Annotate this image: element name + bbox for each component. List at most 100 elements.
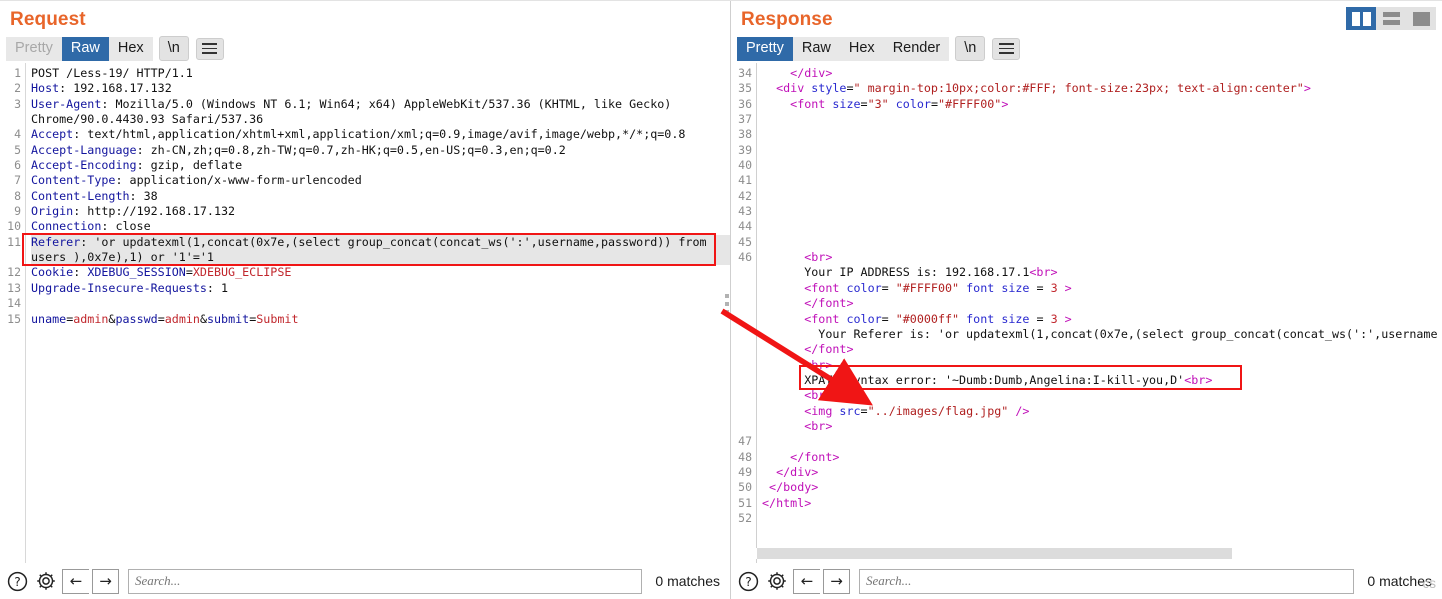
line-number: 39 — [738, 142, 752, 157]
line-number — [731, 327, 756, 342]
line-number — [731, 312, 756, 327]
code-line: Upgrade-Insecure-Requests: 1 — [31, 280, 229, 295]
tab-response-hex[interactable]: Hex — [839, 36, 884, 61]
response-gear-icon[interactable] — [764, 568, 790, 594]
split-vertical-view-button[interactable] — [1346, 7, 1376, 30]
request-raw-text[interactable]: POST /Less-19/ HTTP/1.1 Host: 192.168.17.… — [26, 63, 730, 563]
code-line: Content-Type: application/x-www-form-url… — [31, 173, 362, 188]
code-line: </div> — [790, 66, 833, 80]
line-number — [0, 112, 25, 127]
line-number: 50 — [738, 480, 752, 495]
response-scrollbar-thumb[interactable] — [757, 548, 1232, 559]
response-search-input[interactable] — [859, 568, 1355, 594]
code-line: Chrome/90.0.4430.93 Safari/537.36 — [31, 112, 264, 127]
line-number: 8 — [14, 188, 21, 203]
line-number: 12 — [7, 265, 21, 280]
tab-request-hex[interactable]: Hex — [108, 36, 153, 61]
split-vertical-icon — [1351, 11, 1371, 26]
line-number: 34 — [738, 66, 752, 80]
line-number — [731, 281, 756, 296]
response-search-next-button[interactable]: → — [823, 568, 850, 594]
request-newline-button[interactable]: \n — [158, 36, 189, 61]
code-line: </html> — [762, 495, 812, 510]
tab-response-raw[interactable]: Raw — [792, 36, 840, 61]
single-pane-view-button[interactable] — [1406, 7, 1436, 30]
line-number — [731, 373, 756, 388]
request-hamburger-icon[interactable] — [195, 37, 224, 60]
line-number: 15 — [7, 311, 21, 326]
line-number: 48 — [738, 449, 752, 464]
code-line: Connection: close — [31, 219, 151, 234]
code-line: Accept: text/html,application/xhtml+xml,… — [31, 127, 686, 142]
line-number: 49 — [738, 464, 752, 479]
request-tabstrip: Pretty Raw Hex \n — [0, 34, 730, 63]
request-panel-title: Request — [10, 9, 86, 30]
request-gear-icon[interactable] — [33, 568, 59, 594]
line-number: 42 — [738, 188, 752, 203]
code-line: Accept-Language: zh-CN,zh;q=0.8,zh-TW;q=… — [31, 142, 566, 157]
code-line: </div> — [776, 464, 819, 479]
svg-text:?: ? — [14, 574, 21, 588]
code-line: <font color= "#0000ff" font size = 3 > — [804, 311, 1072, 326]
request-match-count: 0 matches — [655, 573, 720, 589]
single-pane-icon — [1412, 11, 1430, 26]
code-line: </font> — [804, 296, 854, 311]
request-panel: Request Pretty Raw Hex \n 1 2 3 4 5 6 7 8 9 10 11 1… — [0, 0, 730, 599]
line-number — [731, 388, 756, 403]
response-code-area[interactable]: 34 35 36 37 38 39 40 41 42 43 44 45 46 47 48 49 50 51 52 <… — [731, 63, 1442, 563]
line-number: 2 — [14, 81, 21, 96]
line-number — [731, 265, 756, 280]
response-panel-title: Response — [741, 9, 833, 30]
code-line: Cookie: XDEBUG_SESSION=XDEBUG_ECLIPSE — [31, 265, 292, 280]
line-number: 5 — [14, 142, 21, 157]
response-panel: Response Pretty Raw Hex Render \n 34 35 36… — [730, 0, 1442, 599]
line-number: 47 — [738, 434, 752, 449]
panel-splitter-handle[interactable] — [725, 294, 730, 314]
request-code-area[interactable]: 1 2 3 4 5 6 7 8 9 10 11 12 13 14 15 POST /Less-19/ HTT… — [0, 63, 730, 563]
request-search-prev-button[interactable]: ← — [62, 568, 89, 594]
response-ghost-text-artifact: cs — [1422, 576, 1437, 591]
request-search-input[interactable] — [128, 568, 643, 594]
line-number — [731, 358, 756, 373]
tab-response-pretty[interactable]: Pretty — [737, 36, 793, 61]
code-line: User-Agent: Mozilla/5.0 (Windows NT 6.1;… — [31, 96, 672, 111]
response-tabstrip: Pretty Raw Hex Render \n — [731, 34, 1442, 63]
tab-request-raw[interactable]: Raw — [61, 36, 109, 61]
code-line: <div style=" margin-top:10px;color:#FFF;… — [776, 81, 1311, 96]
response-hamburger-icon[interactable] — [992, 37, 1021, 60]
tab-response-render[interactable]: Render — [883, 36, 950, 61]
request-line-numbers: 1 2 3 4 5 6 7 8 9 10 11 12 13 14 15 — [0, 63, 26, 563]
response-line-numbers: 34 35 36 37 38 39 40 41 42 43 44 45 46 47 48 49 50 51 52 — [731, 63, 757, 563]
request-search-next-button[interactable]: → — [92, 568, 119, 594]
response-newline-button[interactable]: \n — [955, 36, 986, 61]
line-number: 37 — [738, 112, 752, 127]
line-number — [731, 404, 756, 419]
svg-text:?: ? — [745, 574, 752, 588]
tab-request-pretty[interactable]: Pretty — [6, 36, 62, 61]
split-horizontal-view-button[interactable] — [1376, 7, 1406, 30]
response-search-prev-button[interactable]: ← — [793, 568, 820, 594]
code-line: </body> — [769, 480, 819, 495]
response-help-icon[interactable]: ? — [735, 568, 761, 594]
code-line: users ),0x7e),1) or '1'='1 — [31, 250, 730, 266]
code-line: </font> — [790, 449, 840, 464]
split-horizontal-icon — [1382, 12, 1400, 25]
line-number: 52 — [738, 510, 752, 525]
code-line: Referer: 'or updatexml(1,concat(0x7e,(se… — [31, 234, 730, 251]
response-pretty-text[interactable]: </div> <div style=" margin-top:10px;colo… — [757, 63, 1442, 563]
response-horizontal-scrollbar[interactable] — [731, 548, 1442, 559]
request-help-icon[interactable]: ? — [4, 568, 30, 594]
request-bottom-toolbar: ? ← → 0 matches — [0, 563, 730, 599]
window-top-border — [0, 0, 1442, 1]
line-number: 38 — [738, 127, 752, 142]
view-layout-toggle-group — [1346, 7, 1436, 30]
code-line: <img src="../images/flag.jpg" /> — [804, 403, 1030, 418]
line-number: 51 — [738, 495, 752, 510]
line-number — [0, 250, 25, 265]
